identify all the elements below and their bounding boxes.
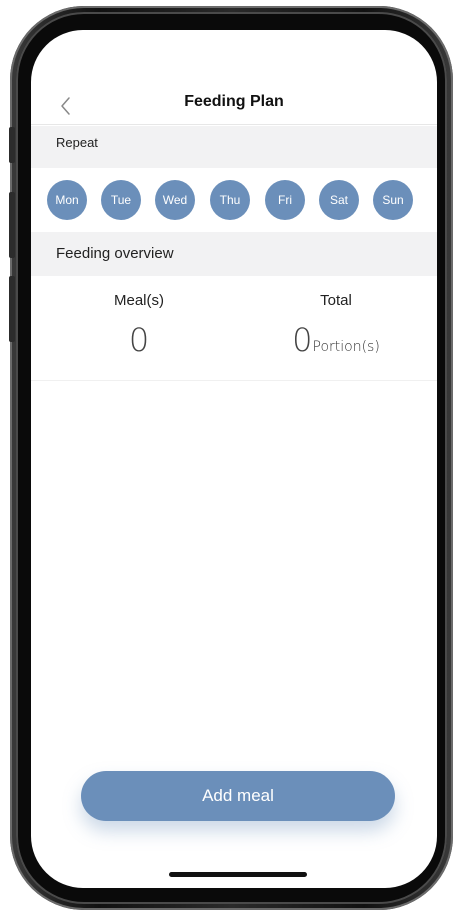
portions-unit: Portion(s) <box>312 339 380 355</box>
mute-switch <box>9 127 15 163</box>
day-button-wed[interactable]: Wed <box>155 180 195 220</box>
home-indicator <box>169 872 307 877</box>
page-title: Feeding Plan <box>184 93 284 110</box>
total-value-row: 0Portion(s) <box>281 321 391 359</box>
app-screen: Feeding Plan Repeat Mon Tue Wed Thu Fri … <box>31 30 437 888</box>
feeding-overview: Meal(s) 0 Total 0Portion(s) <box>31 276 437 381</box>
total-portions-count: 0 <box>292 321 313 359</box>
day-button-fri[interactable]: Fri <box>265 180 305 220</box>
repeat-section-header: Repeat <box>31 126 437 168</box>
day-selector: Mon Tue Wed Thu Fri Sat Sun <box>31 168 437 232</box>
day-button-sat[interactable]: Sat <box>319 180 359 220</box>
nav-bar: Feeding Plan <box>31 88 437 125</box>
total-column: Total 0Portion(s) <box>281 292 391 359</box>
total-label: Total <box>320 292 352 309</box>
overview-section-header: Feeding overview <box>31 232 437 276</box>
meals-column: Meal(s) 0 <box>89 292 189 359</box>
day-button-thu[interactable]: Thu <box>210 180 250 220</box>
volume-up-button <box>9 192 15 258</box>
day-button-mon[interactable]: Mon <box>47 180 87 220</box>
volume-down-button <box>9 276 15 342</box>
day-button-tue[interactable]: Tue <box>101 180 141 220</box>
day-button-sun[interactable]: Sun <box>373 180 413 220</box>
meals-count: 0 <box>128 321 150 359</box>
meals-label: Meal(s) <box>113 292 164 309</box>
add-meal-button[interactable]: Add meal <box>81 771 395 821</box>
